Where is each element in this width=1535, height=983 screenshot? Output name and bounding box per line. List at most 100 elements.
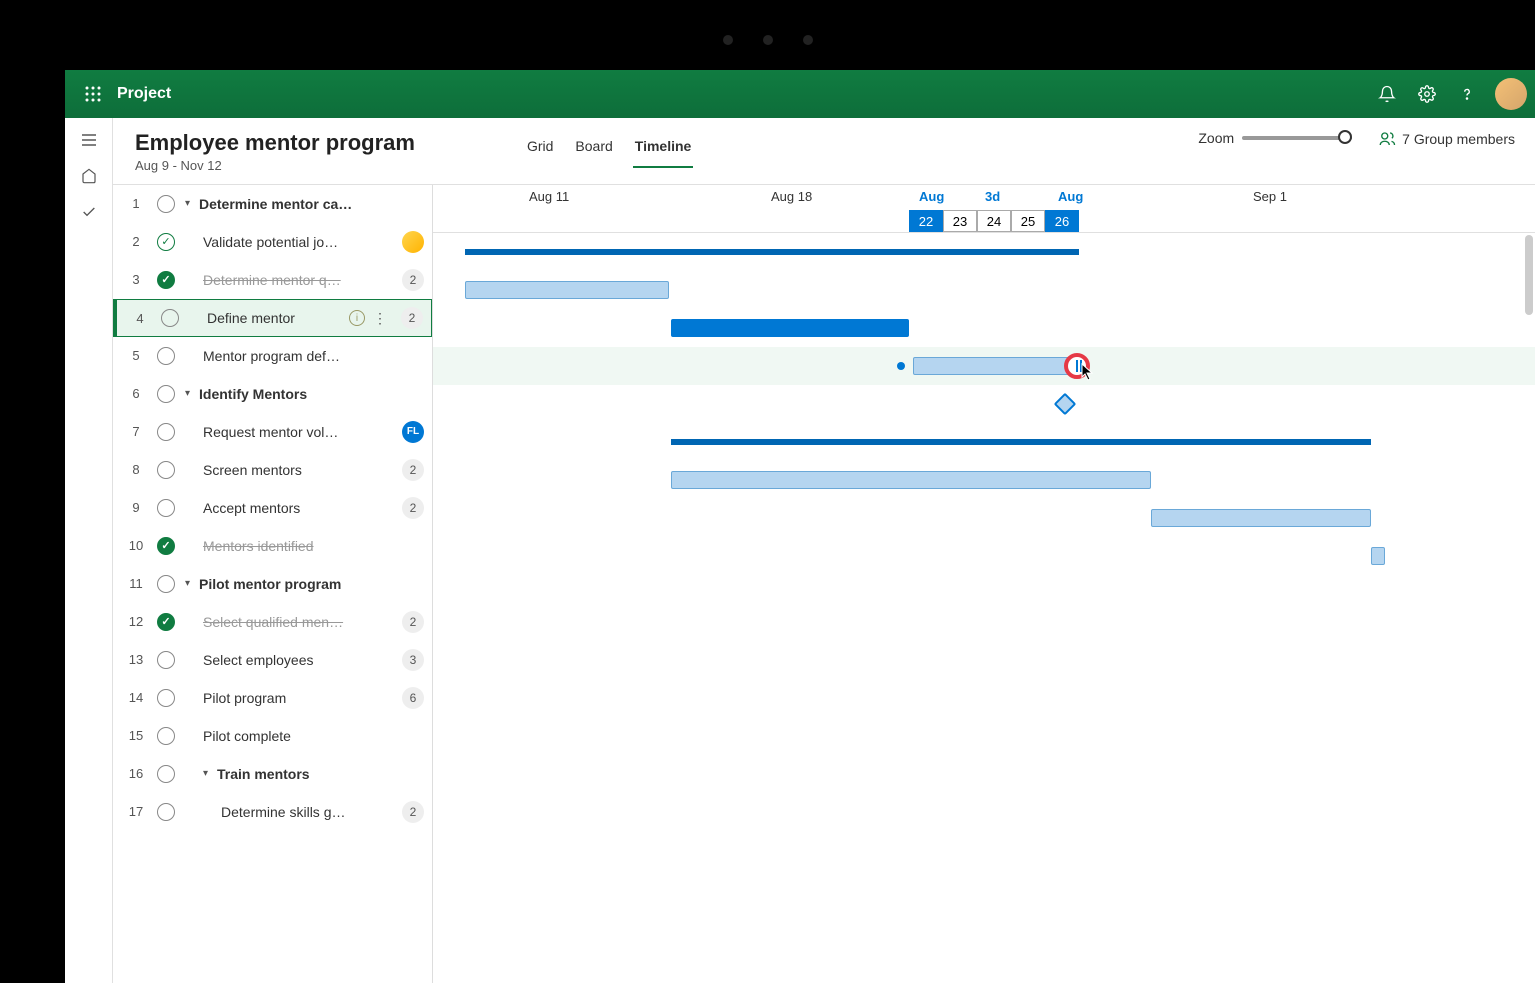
help-button[interactable] [1447, 74, 1487, 114]
task-row[interactable]: 10Mentors identified [113, 527, 432, 565]
task-complete-toggle[interactable] [157, 689, 175, 707]
task-name[interactable]: Mentor program def… [203, 348, 424, 364]
task-row[interactable]: 6▾Identify Mentors [113, 375, 432, 413]
chevron-down-icon[interactable]: ▾ [185, 198, 197, 209]
zoom-slider[interactable] [1242, 136, 1352, 140]
timescale-day[interactable]: 25 [1011, 210, 1045, 232]
task-name[interactable]: Identify Mentors [199, 386, 424, 402]
gantt-row[interactable] [433, 651, 1535, 689]
more-options-icon[interactable]: ⋮ [373, 310, 389, 327]
task-name[interactable]: Accept mentors [203, 500, 398, 516]
info-icon[interactable]: i [349, 310, 365, 326]
gantt-row[interactable] [433, 841, 1535, 879]
task-row[interactable]: 16▾Train mentors [113, 755, 432, 793]
gantt-chart[interactable]: Aug 11Aug 18Aug3dAugSep 1 2223242526 [433, 185, 1535, 983]
task-complete-toggle[interactable] [161, 309, 179, 327]
task-name[interactable]: Pilot mentor program [199, 576, 424, 592]
app-launcher-button[interactable] [73, 74, 113, 114]
gantt-row[interactable] [433, 385, 1535, 423]
gantt-row[interactable] [433, 347, 1535, 385]
gantt-row[interactable] [433, 765, 1535, 803]
task-name[interactable]: Validate potential jo… [203, 234, 398, 250]
gantt-row[interactable] [433, 727, 1535, 765]
task-name[interactable]: Train mentors [217, 766, 424, 782]
timescale-day[interactable]: 22 [909, 210, 943, 232]
task-row[interactable]: 1▾Determine mentor ca… [113, 185, 432, 223]
task-row[interactable]: 17Determine skills g…2 [113, 793, 432, 831]
task-name[interactable]: Select employees [203, 652, 398, 668]
task-name[interactable]: Screen mentors [203, 462, 398, 478]
task-row[interactable]: 7Request mentor vol…FL [113, 413, 432, 451]
gantt-task-bar[interactable] [465, 281, 669, 299]
tab-timeline[interactable]: Timeline [633, 130, 694, 168]
zoom-slider-handle[interactable] [1338, 130, 1352, 144]
task-name[interactable]: Pilot program [203, 690, 398, 706]
task-complete-toggle[interactable] [157, 385, 175, 403]
task-complete-toggle[interactable] [157, 575, 175, 593]
task-complete-toggle[interactable] [157, 499, 175, 517]
task-name[interactable]: Mentors identified [203, 538, 424, 554]
task-complete-toggle[interactable] [157, 195, 175, 213]
group-members-button[interactable]: 7 Group members [1378, 130, 1515, 148]
dependency-connector[interactable] [897, 362, 905, 370]
task-row[interactable]: 14Pilot program6 [113, 679, 432, 717]
gantt-row[interactable] [433, 689, 1535, 727]
assignee-avatar[interactable]: FL [402, 421, 424, 443]
gantt-row[interactable] [433, 499, 1535, 537]
gantt-summary-bar[interactable] [465, 249, 1079, 255]
gantt-row[interactable] [433, 803, 1535, 841]
gantt-task-bar[interactable] [1371, 547, 1385, 565]
user-avatar[interactable] [1495, 78, 1527, 110]
task-name[interactable]: Pilot complete [203, 728, 424, 744]
gantt-task-bar[interactable] [913, 357, 1077, 375]
task-row[interactable]: 4Define mentori⋮2 [113, 299, 432, 337]
chevron-down-icon[interactable]: ▾ [203, 768, 215, 779]
tab-grid[interactable]: Grid [525, 130, 555, 168]
gantt-task-bar[interactable] [1151, 509, 1371, 527]
task-complete-toggle[interactable] [157, 347, 175, 365]
chevron-down-icon[interactable]: ▾ [185, 578, 197, 589]
task-complete-toggle[interactable] [157, 613, 175, 631]
task-row[interactable]: 12Select qualified men…2 [113, 603, 432, 641]
task-name[interactable]: Determine mentor q… [203, 272, 398, 288]
task-name[interactable]: Determine skills g… [221, 804, 398, 820]
tasks-button[interactable] [69, 194, 109, 230]
gantt-row[interactable] [433, 271, 1535, 309]
gantt-row[interactable] [433, 233, 1535, 271]
notifications-button[interactable] [1367, 74, 1407, 114]
task-row[interactable]: 13Select employees3 [113, 641, 432, 679]
gantt-task-bar[interactable] [671, 319, 909, 337]
gantt-row[interactable] [433, 423, 1535, 461]
task-complete-toggle[interactable] [157, 461, 175, 479]
gantt-row[interactable] [433, 309, 1535, 347]
task-complete-toggle[interactable] [157, 537, 175, 555]
task-row[interactable]: 5Mentor program def… [113, 337, 432, 375]
task-name[interactable]: Select qualified men… [203, 614, 398, 630]
task-name[interactable]: Determine mentor ca… [199, 196, 424, 212]
task-complete-toggle[interactable] [157, 423, 175, 441]
gantt-milestone[interactable] [1054, 393, 1077, 416]
task-complete-toggle[interactable] [157, 727, 175, 745]
gantt-row[interactable] [433, 613, 1535, 651]
task-complete-toggle[interactable] [157, 233, 175, 251]
settings-button[interactable] [1407, 74, 1447, 114]
task-row[interactable]: 3Determine mentor q…2 [113, 261, 432, 299]
assignee-avatar[interactable] [402, 231, 424, 253]
task-name[interactable]: Request mentor vol… [203, 424, 398, 440]
task-row[interactable]: 15Pilot complete [113, 717, 432, 755]
task-row[interactable]: 2Validate potential jo… [113, 223, 432, 261]
tab-board[interactable]: Board [573, 130, 614, 168]
gantt-row[interactable] [433, 461, 1535, 499]
home-button[interactable] [69, 158, 109, 194]
hamburger-button[interactable] [69, 122, 109, 158]
task-complete-toggle[interactable] [157, 651, 175, 669]
gantt-summary-bar[interactable] [671, 439, 1371, 445]
vertical-scrollbar[interactable] [1525, 235, 1533, 315]
timescale-day[interactable]: 24 [977, 210, 1011, 232]
task-row[interactable]: 8Screen mentors2 [113, 451, 432, 489]
task-complete-toggle[interactable] [157, 765, 175, 783]
task-complete-toggle[interactable] [157, 803, 175, 821]
gantt-row[interactable] [433, 537, 1535, 575]
app-name[interactable]: Project [117, 85, 171, 103]
gantt-row[interactable] [433, 575, 1535, 613]
